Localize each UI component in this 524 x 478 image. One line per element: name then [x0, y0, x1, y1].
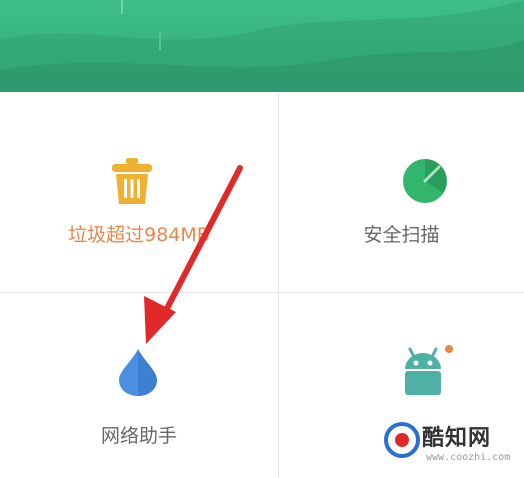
security-scan-tile[interactable]: 安全扫描	[279, 92, 524, 292]
notification-dot	[445, 345, 453, 353]
watermark-logo-icon	[384, 422, 420, 458]
junk-size-label: 垃圾超过984MB	[68, 224, 210, 246]
landscape-illustration	[0, 0, 524, 92]
scan-shield-icon	[403, 159, 447, 203]
trash-icon	[112, 158, 152, 204]
header-banner	[0, 0, 524, 92]
watermark: 酷知网 www.coozhi.com	[380, 418, 520, 474]
network-assistant-label: 网络助手	[100, 425, 177, 447]
android-app-icon	[405, 345, 453, 395]
junk-clean-tile[interactable]: 垃圾超过984MB	[0, 92, 278, 292]
water-drop-icon	[119, 349, 157, 396]
watermark-url: www.coozhi.com	[426, 452, 511, 463]
security-scan-label: 安全扫描	[363, 224, 440, 246]
watermark-text: 酷知网	[422, 426, 492, 451]
network-assistant-tile[interactable]: 网络助手	[0, 293, 278, 478]
